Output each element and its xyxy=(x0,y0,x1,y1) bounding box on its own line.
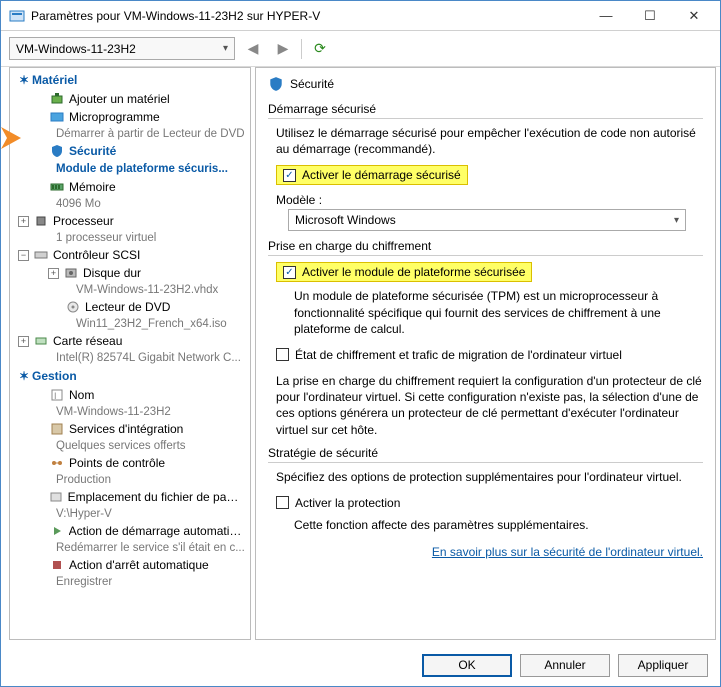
memory-detail: 4096 Mo xyxy=(10,196,250,212)
chevron-down-icon: ▾ xyxy=(223,43,228,54)
integration-icon xyxy=(49,421,65,437)
firmware-detail: Démarrer à partir de Lecteur de DVD xyxy=(10,126,250,142)
content-pane: Sécurité Démarrage sécurisé Utilisez le … xyxy=(255,67,716,640)
expand-icon[interactable]: + xyxy=(48,268,59,279)
nic-detail: Intel(R) 82574L Gigabit Network C... xyxy=(10,350,250,366)
collapse-icon[interactable]: − xyxy=(18,250,29,261)
scsi-item[interactable]: − Contrôleur SCSI xyxy=(10,246,250,264)
toolbar: VM-Windows-11-23H2 ▾ ◀ ▶ ⟳ xyxy=(1,31,720,67)
pagefile-detail: V:\Hyper-V xyxy=(10,506,250,522)
secure-boot-highlight: ✓ Activer le démarrage sécurisé xyxy=(276,165,468,185)
settings-tree: ✶ Matériel Ajouter un matériel Microprog… xyxy=(9,67,251,640)
vm-selector-value: VM-Windows-11-23H2 xyxy=(16,42,136,56)
autostop-icon xyxy=(49,557,65,573)
hardware-header: ✶ Matériel xyxy=(10,70,250,90)
encryption-desc: La prise en charge du chiffrement requie… xyxy=(276,373,703,438)
autostart-icon xyxy=(49,523,65,539)
policy-group-label: Stratégie de sécurité xyxy=(268,446,703,460)
shield-icon xyxy=(49,143,65,159)
expand-icon[interactable]: + xyxy=(18,216,29,227)
memory-icon xyxy=(49,179,65,195)
name-icon: I xyxy=(49,387,65,403)
nic-icon xyxy=(33,333,49,349)
maximize-button[interactable]: ☐ xyxy=(628,1,672,30)
cpu-icon xyxy=(33,213,49,229)
hdd-detail: VM-Windows-11-23H2.vhdx xyxy=(10,282,250,298)
vm-selector[interactable]: VM-Windows-11-23H2 ▾ xyxy=(9,37,235,60)
settings-icon xyxy=(9,8,25,24)
security-item[interactable]: Sécurité xyxy=(10,142,250,160)
secure-boot-group-label: Démarrage sécurisé xyxy=(268,102,703,116)
firmware-item[interactable]: Microprogramme xyxy=(10,108,250,126)
add-hardware-icon xyxy=(49,91,65,107)
refresh-button[interactable]: ⟳ xyxy=(308,37,332,61)
secure-boot-check-label: Activer le démarrage sécurisé xyxy=(302,168,461,182)
state-encryption-checkbox[interactable] xyxy=(276,348,289,361)
settings-window: Paramètres pour VM-Windows-11-23H2 sur H… xyxy=(0,0,721,687)
name-detail: VM-Windows-11-23H2 xyxy=(10,404,250,420)
integration-item[interactable]: Services d'intégration xyxy=(10,420,250,438)
nav-back-button[interactable]: ◀ xyxy=(241,37,265,61)
tpm-highlight: ✓ Activer le module de plateforme sécuri… xyxy=(276,262,532,282)
autostart-item[interactable]: Action de démarrage automatique xyxy=(10,522,250,540)
template-select[interactable]: Microsoft Windows ▾ xyxy=(288,209,686,231)
dvd-detail: Win11_23H2_French_x64.iso xyxy=(10,316,250,332)
cancel-button[interactable]: Annuler xyxy=(520,654,610,677)
integration-detail: Quelques services offerts xyxy=(10,438,250,454)
checkpoint-icon xyxy=(49,455,65,471)
apply-button[interactable]: Appliquer xyxy=(618,654,708,677)
svg-text:I: I xyxy=(54,391,57,401)
encryption-group-label: Prise en charge du chiffrement xyxy=(268,239,703,253)
shield-icon xyxy=(268,76,284,92)
window-title: Paramètres pour VM-Windows-11-23H2 sur H… xyxy=(31,9,584,23)
secure-boot-checkbox[interactable]: ✓ xyxy=(283,169,296,182)
shield-desc: Cette fonction affecte des paramètres su… xyxy=(294,517,703,533)
chevron-down-icon: ▾ xyxy=(674,215,679,226)
titlebar: Paramètres pour VM-Windows-11-23H2 sur H… xyxy=(1,1,720,31)
close-button[interactable]: ✕ xyxy=(672,1,716,30)
autostop-detail: Enregistrer xyxy=(10,574,250,590)
scsi-icon xyxy=(33,247,49,263)
nav-forward-button[interactable]: ▶ xyxy=(271,37,295,61)
shield-checkbox[interactable] xyxy=(276,496,289,509)
tpm-desc: Un module de plateforme sécurisée (TPM) … xyxy=(294,288,703,337)
template-label: Modèle : xyxy=(276,193,703,207)
pagefile-icon xyxy=(48,489,64,505)
management-header: ✶ Gestion xyxy=(10,366,250,386)
name-item[interactable]: I Nom xyxy=(10,386,250,404)
minimize-button[interactable]: — xyxy=(584,1,628,30)
ok-button[interactable]: OK xyxy=(422,654,512,677)
dialog-footer: OK Annuler Appliquer xyxy=(1,644,720,686)
autostop-item[interactable]: Action d'arrêt automatique xyxy=(10,556,250,574)
hdd-item[interactable]: + Disque dur xyxy=(10,264,250,282)
cpu-detail: 1 processeur virtuel xyxy=(10,230,250,246)
firmware-icon xyxy=(49,109,65,125)
secure-boot-desc: Utilisez le démarrage sécurisé pour empê… xyxy=(276,125,703,157)
pagefile-item[interactable]: Emplacement du fichier de paginati... xyxy=(10,488,250,506)
expand-icon[interactable]: + xyxy=(18,336,29,347)
policy-desc: Spécifiez des options de protection supp… xyxy=(276,469,703,485)
hardware-icon: ✶ xyxy=(16,72,32,88)
tpm-check-label: Activer le module de plateforme sécurisé… xyxy=(302,265,525,279)
cpu-item[interactable]: + Processeur xyxy=(10,212,250,230)
content-title: Sécurité xyxy=(268,76,703,92)
add-hardware-item[interactable]: Ajouter un matériel xyxy=(10,90,250,108)
autostart-detail: Redémarrer le service s'il était en c... xyxy=(10,540,250,556)
checkpoint-item[interactable]: Points de contrôle xyxy=(10,454,250,472)
shield-check-label: Activer la protection xyxy=(295,496,400,510)
learn-more-link[interactable]: En savoir plus sur la sécurité de l'ordi… xyxy=(268,545,703,559)
template-value: Microsoft Windows xyxy=(295,213,396,227)
dvd-item[interactable]: Lecteur de DVD xyxy=(10,298,250,316)
management-icon: ✶ xyxy=(16,368,32,384)
hdd-icon xyxy=(63,265,79,281)
nic-item[interactable]: + Carte réseau xyxy=(10,332,250,350)
dvd-icon xyxy=(65,299,81,315)
security-detail: Module de plateforme sécuris... xyxy=(10,160,250,178)
state-encryption-label: État de chiffrement et trafic de migrati… xyxy=(295,348,622,362)
memory-item[interactable]: Mémoire xyxy=(10,178,250,196)
checkpoint-detail: Production xyxy=(10,472,250,488)
tpm-checkbox[interactable]: ✓ xyxy=(283,266,296,279)
